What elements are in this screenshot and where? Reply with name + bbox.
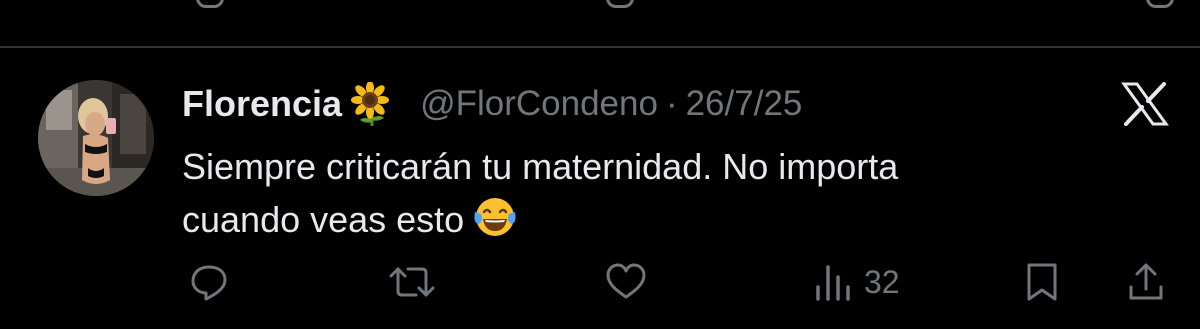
tweet-text: Siempre criticarán tu maternidad. No imp… bbox=[182, 140, 1182, 246]
sunflower-emoji-icon bbox=[350, 82, 394, 126]
author-handle[interactable]: @FlorCondeno bbox=[420, 84, 658, 124]
views-icon bbox=[816, 265, 850, 301]
previous-action-icon bbox=[1146, 0, 1174, 8]
bookmark-icon bbox=[1027, 263, 1057, 301]
tweet-text-line: cuando veas esto bbox=[182, 199, 465, 240]
like-button[interactable] bbox=[604, 260, 648, 304]
repost-icon bbox=[389, 267, 435, 297]
previous-action-icon bbox=[606, 0, 634, 8]
tweet-reply-view: Florencia @FlorCondeno · 26/7/25 Siempre… bbox=[0, 0, 1200, 329]
tears-of-joy-emoji-icon bbox=[472, 194, 518, 240]
share-icon bbox=[1129, 263, 1163, 300]
views-count: 32 bbox=[864, 263, 900, 300]
repost-button[interactable] bbox=[388, 260, 436, 304]
like-icon bbox=[606, 263, 646, 299]
avatar-photo-icon bbox=[38, 80, 154, 196]
reply-button[interactable] bbox=[188, 260, 230, 304]
avatar[interactable] bbox=[38, 80, 154, 196]
share-button[interactable] bbox=[1126, 260, 1166, 304]
x-logo-icon bbox=[1120, 82, 1170, 126]
separator-dot: · bbox=[665, 84, 678, 123]
divider bbox=[0, 46, 1200, 48]
tweet-actions: 32 bbox=[0, 260, 1200, 306]
bookmark-button[interactable] bbox=[1022, 260, 1062, 304]
tweet-header: Florencia @FlorCondeno · 26/7/25 bbox=[182, 80, 802, 128]
reply-icon bbox=[191, 265, 227, 301]
author-name[interactable]: Florencia bbox=[182, 83, 342, 125]
previous-action-icon bbox=[196, 0, 224, 8]
views-button[interactable]: 32 bbox=[814, 260, 900, 304]
tweet-text-line-2: cuando veas esto bbox=[182, 193, 1182, 246]
tweet-date[interactable]: 26/7/25 bbox=[686, 84, 803, 124]
previous-tweet-actions bbox=[0, 0, 1200, 14]
tweet-text-line: Siempre criticarán tu maternidad. No imp… bbox=[182, 146, 899, 187]
